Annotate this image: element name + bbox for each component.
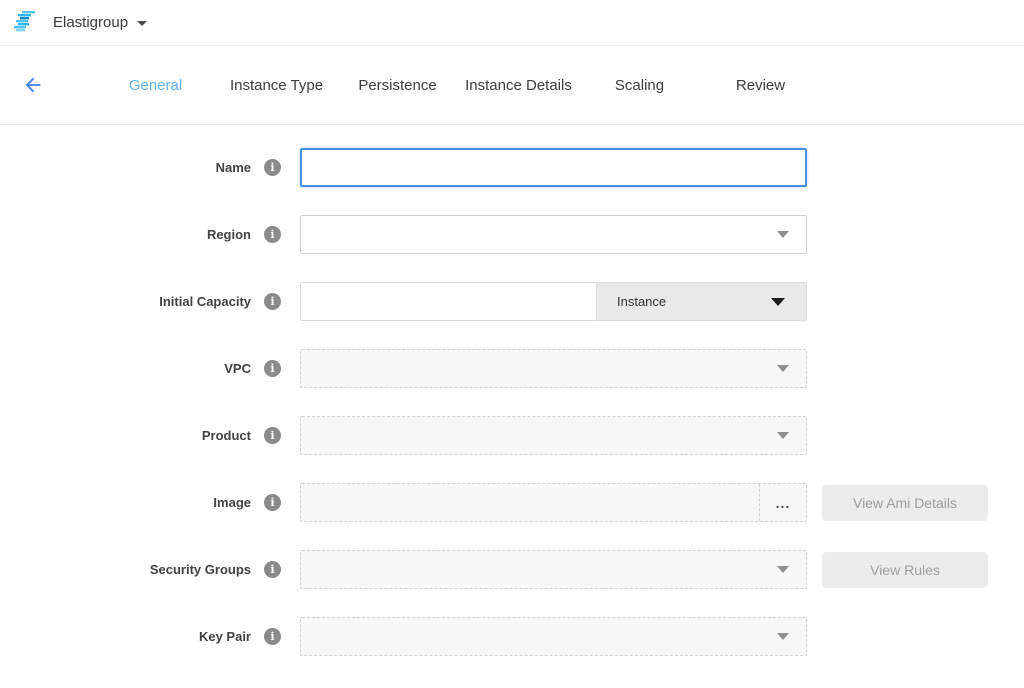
- tab-list: General Instance Type Persistence Instan…: [95, 77, 821, 94]
- name-input[interactable]: [300, 148, 807, 187]
- vpc-label: VPC: [224, 361, 251, 376]
- info-icon[interactable]: i: [264, 226, 281, 243]
- product-label: Product: [202, 428, 251, 443]
- capacity-unit-select[interactable]: Instance: [596, 282, 807, 321]
- product-select: [300, 416, 807, 455]
- key-pair-label: Key Pair: [199, 629, 251, 644]
- image-input: ...: [300, 483, 807, 522]
- chevron-down-icon: [777, 365, 789, 372]
- region-row: Region i: [0, 215, 1024, 254]
- chevron-down-icon: [777, 432, 789, 439]
- wizard-tab-bar: General Instance Type Persistence Instan…: [0, 46, 1024, 125]
- region-select[interactable]: [300, 215, 807, 254]
- product-switcher-caret-icon[interactable]: [137, 21, 147, 26]
- image-row: Image i ... View Ami Details: [0, 483, 1024, 522]
- top-bar: Elastigroup: [0, 0, 1024, 46]
- tab-scaling[interactable]: Scaling: [579, 77, 700, 94]
- view-ami-details-button[interactable]: View Ami Details: [822, 485, 988, 521]
- tab-review[interactable]: Review: [700, 77, 821, 94]
- chevron-down-icon: [777, 231, 789, 238]
- capacity-unit-value: Instance: [617, 294, 666, 309]
- product-row: Product i: [0, 416, 1024, 455]
- vpc-select: [300, 349, 807, 388]
- region-label: Region: [207, 227, 251, 242]
- initial-capacity-label: Initial Capacity: [159, 294, 251, 309]
- info-icon[interactable]: i: [264, 293, 281, 310]
- elastigroup-logo-icon: [13, 11, 40, 34]
- vpc-row: VPC i: [0, 349, 1024, 388]
- key-pair-select: [300, 617, 807, 656]
- image-label: Image: [213, 495, 251, 510]
- info-icon[interactable]: i: [264, 159, 281, 176]
- info-icon[interactable]: i: [264, 427, 281, 444]
- security-groups-label: Security Groups: [150, 562, 251, 577]
- browse-ami-button[interactable]: ...: [759, 484, 806, 521]
- product-switcher-label[interactable]: Elastigroup: [53, 14, 128, 31]
- info-icon[interactable]: i: [264, 561, 281, 578]
- view-rules-button[interactable]: View Rules: [822, 552, 988, 588]
- security-groups-row: Security Groups i View Rules: [0, 550, 1024, 589]
- info-icon[interactable]: i: [264, 628, 281, 645]
- info-icon[interactable]: i: [264, 360, 281, 377]
- chevron-down-icon: [771, 298, 785, 306]
- tab-instance-type[interactable]: Instance Type: [216, 77, 337, 94]
- info-icon[interactable]: i: [264, 494, 281, 511]
- name-label: Name: [216, 160, 251, 175]
- general-settings-form: Name i Region i Initial Capacity i Insta…: [0, 125, 1024, 656]
- back-button[interactable]: [21, 73, 45, 97]
- tab-persistence[interactable]: Persistence: [337, 77, 458, 94]
- initial-capacity-row: Initial Capacity i Instance: [0, 282, 1024, 321]
- tab-general[interactable]: General: [95, 77, 216, 94]
- tab-instance-details[interactable]: Instance Details: [458, 77, 579, 94]
- security-groups-select: [300, 550, 807, 589]
- arrow-back-icon: [22, 74, 44, 96]
- chevron-down-icon: [777, 566, 789, 573]
- key-pair-row: Key Pair i: [0, 617, 1024, 656]
- name-row: Name i: [0, 148, 1024, 187]
- chevron-down-icon: [777, 633, 789, 640]
- initial-capacity-input[interactable]: [300, 282, 596, 321]
